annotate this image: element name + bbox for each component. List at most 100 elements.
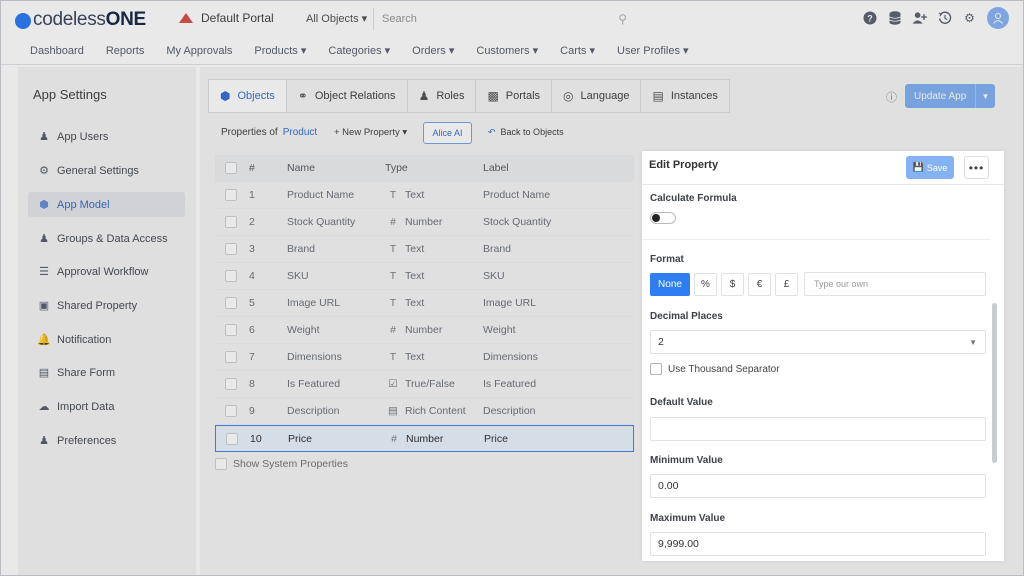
tab-objects[interactable]: ⬢ Objects	[209, 80, 287, 112]
tab-language[interactable]: ◎ Language	[552, 80, 642, 112]
table-row[interactable]: 3 Brand T Text Brand	[215, 236, 634, 263]
header-label[interactable]: Label	[483, 162, 509, 174]
sidebar-item-preferences[interactable]: ♟ Preferences	[28, 428, 185, 453]
nav-carts[interactable]: Carts ▾	[560, 44, 595, 57]
format-dollar-button[interactable]: $	[721, 273, 744, 296]
table-row[interactable]: 4 SKU T Text SKU	[215, 263, 634, 290]
search-icon: ⚲	[618, 12, 627, 26]
logo[interactable]: codeless ONE	[15, 9, 146, 31]
property-label: Price	[484, 432, 508, 445]
maximum-value-label: Maximum Value	[650, 513, 726, 524]
sidebar-item-import-data[interactable]: ☁ Import Data	[28, 394, 185, 419]
update-app-button[interactable]: Update App ▼	[905, 84, 995, 108]
thousand-separator-checkbox[interactable]	[650, 363, 662, 375]
nav-dashboard[interactable]: Dashboard	[30, 45, 84, 57]
tab-roles[interactable]: ♟ Roles	[408, 80, 477, 112]
nav-my-approvals[interactable]: My Approvals	[166, 45, 232, 57]
chevron-down-icon[interactable]: ▼	[975, 84, 995, 108]
object-name-link[interactable]: Product	[283, 127, 317, 138]
minimum-value-input[interactable]: 0.00	[650, 474, 986, 498]
table-row[interactable]: 7 Dimensions T Text Dimensions	[215, 344, 634, 371]
custom-format-input[interactable]: Type our own	[804, 272, 986, 296]
tab-object-relations[interactable]: ⚭ Object Relations	[287, 80, 408, 112]
sidebar-item-label: App Users	[57, 130, 109, 143]
user-avatar[interactable]	[987, 7, 1009, 29]
nav-user-profiles[interactable]: User Profiles ▾	[617, 44, 689, 57]
thousand-separator-option[interactable]: Use Thousand Separator	[650, 363, 780, 375]
history-icon[interactable]	[937, 11, 952, 26]
row-checkbox[interactable]	[225, 378, 237, 390]
table-row[interactable]: 6 Weight # Number Weight	[215, 317, 634, 344]
format-percent-button[interactable]: %	[694, 273, 717, 296]
nav-customers[interactable]: Customers ▾	[476, 44, 538, 57]
more-options-button[interactable]: •••	[964, 156, 989, 179]
table-row[interactable]: 5 Image URL T Text Image URL	[215, 290, 634, 317]
settings-gear-icon[interactable]: ⚙	[962, 11, 977, 26]
nav-products[interactable]: Products ▾	[254, 44, 306, 57]
sidebar-item-shared-property[interactable]: ▣ Shared Property	[28, 293, 185, 318]
default-value-input[interactable]	[650, 417, 986, 441]
row-checkbox[interactable]	[225, 297, 237, 309]
type-icon: T	[389, 270, 397, 282]
show-system-properties[interactable]: Show System Properties	[215, 458, 348, 470]
row-checkbox[interactable]	[225, 405, 237, 417]
sidebar-item-label: App Model	[57, 198, 110, 211]
new-property-button[interactable]: + New Property ▾	[334, 127, 407, 138]
row-checkbox[interactable]	[225, 270, 237, 282]
decimal-places-value: 2	[658, 336, 664, 348]
calculate-formula-toggle[interactable]	[650, 212, 676, 224]
sidebar-item-app-model[interactable]: ⬢ App Model	[28, 192, 185, 217]
object-filter-dropdown[interactable]: All Objects ▾	[306, 12, 367, 25]
back-to-objects-link[interactable]: ↶ Back to Objects	[488, 127, 564, 138]
nav-orders[interactable]: Orders ▾	[412, 44, 454, 57]
sidebar-item-app-users[interactable]: ♟ App Users	[28, 124, 185, 149]
table-row[interactable]: 1 Product Name T Text Product Name	[215, 182, 634, 209]
sidebar-item-approval-workflow[interactable]: ☰ Approval Workflow	[28, 259, 185, 284]
row-checkbox[interactable]	[225, 189, 237, 201]
search-input[interactable]: Search ⚲	[373, 8, 639, 30]
row-checkbox[interactable]	[225, 324, 237, 336]
save-button[interactable]: 💾 Save	[906, 156, 954, 179]
decimal-places-label: Decimal Places	[650, 311, 723, 322]
header-type[interactable]: Type	[385, 162, 408, 174]
row-checkbox[interactable]	[225, 351, 237, 363]
table-row[interactable]: 9 Description ▤ Rich Content Description	[215, 398, 634, 425]
sidebar-item-groups[interactable]: ♟ Groups & Data Access	[28, 226, 185, 251]
header-name[interactable]: Name	[287, 162, 315, 174]
sidebar-item-notification[interactable]: 🔔 Notification	[28, 327, 185, 352]
property-label: Brand	[483, 243, 512, 255]
maximum-value-input[interactable]: 9,999.00	[650, 532, 986, 556]
tab-portals[interactable]: ▩ Portals	[476, 80, 553, 112]
row-checkbox[interactable]	[225, 243, 237, 255]
info-icon[interactable]: ⓘ	[886, 89, 897, 105]
format-none-button[interactable]: None	[650, 273, 690, 296]
property-label: Weight	[483, 324, 516, 336]
row-checkbox[interactable]	[225, 216, 237, 228]
portal-selector[interactable]: Default Portal	[179, 11, 274, 25]
table-row[interactable]: 2 Stock Quantity # Number Stock Quantity	[215, 209, 634, 236]
users-icon: ♟	[39, 131, 49, 143]
panel-scrollbar[interactable]	[992, 303, 997, 463]
table-row[interactable]: 10 Price # Number Price	[215, 425, 634, 452]
tab-label: Language	[580, 90, 630, 102]
settings-sidebar: App Settings ♟ App Users ⚙ General Setting…	[18, 67, 196, 575]
sidebar-item-share-form[interactable]: ▤ Share Form	[28, 360, 185, 385]
alice-ai-button[interactable]: Alice AI	[423, 122, 472, 144]
row-number: 9	[249, 405, 255, 417]
help-icon[interactable]: ?	[862, 11, 877, 26]
nav-categories[interactable]: Categories ▾	[328, 44, 390, 57]
system-properties-checkbox[interactable]	[215, 458, 227, 470]
format-pound-button[interactable]: £	[775, 273, 798, 296]
nav-reports[interactable]: Reports	[106, 45, 145, 57]
row-checkbox[interactable]	[226, 433, 238, 445]
sidebar-item-general-settings[interactable]: ⚙ General Settings	[28, 158, 185, 183]
format-euro-button[interactable]: €	[748, 273, 771, 296]
decimal-places-select[interactable]: 2 ▼	[650, 330, 986, 354]
property-name: SKU	[287, 270, 309, 282]
database-icon[interactable]	[887, 11, 902, 26]
add-user-icon[interactable]	[912, 11, 927, 26]
select-all-checkbox[interactable]	[225, 162, 237, 174]
table-row[interactable]: 8 Is Featured ☑ True/False Is Featured	[215, 371, 634, 398]
property-name: Description	[287, 405, 340, 417]
tab-instances[interactable]: ▤ Instances	[641, 80, 728, 112]
